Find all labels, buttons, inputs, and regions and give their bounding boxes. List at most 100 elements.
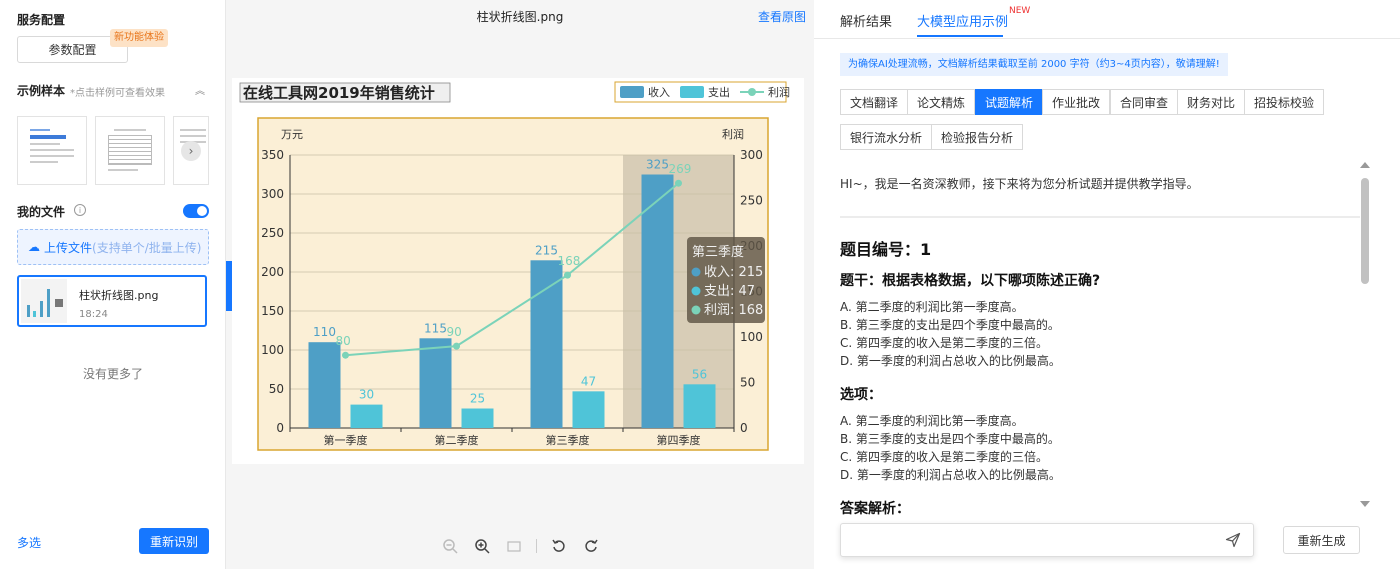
my-files-title: 我的文件 xyxy=(17,205,66,219)
bar-data-label: 110 xyxy=(313,325,336,339)
tooltip-title: 第三季度 xyxy=(692,244,744,260)
x-tick-label: 第四季度 xyxy=(657,433,701,447)
notice-banner: 为确保AI处理流畅，文档解析结果截取至前 2000 字符（约3~4页内容），敬请… xyxy=(840,53,1228,76)
line-point xyxy=(342,351,349,359)
answer-title: 答案解析： xyxy=(840,501,910,515)
send-icon[interactable] xyxy=(1225,532,1241,548)
line-point xyxy=(675,179,682,187)
rotate-left-icon[interactable] xyxy=(549,536,569,556)
zoom-out-icon[interactable] xyxy=(440,536,460,556)
bar-支出 xyxy=(461,408,494,428)
file-time: 18:24 xyxy=(79,309,108,320)
y-right-tick-label: 250 xyxy=(740,194,763,208)
line-point xyxy=(453,342,460,350)
file-item[interactable]: 柱状折线图.png 18:24 xyxy=(17,275,207,327)
sample-thumb-1[interactable] xyxy=(17,116,87,185)
collapse-up-icon[interactable]: ︽ xyxy=(195,82,205,97)
bar-data-label: 56 xyxy=(692,367,707,381)
y-right-tick-label: 100 xyxy=(740,330,763,344)
tab-parse-result[interactable]: 解析结果 xyxy=(840,11,892,30)
upload-label: 上传文件 xyxy=(44,240,93,255)
chart-image: 050100150200250300350050100150200250300万… xyxy=(232,78,804,464)
tooltip-dot xyxy=(691,286,701,296)
content-scrollbar[interactable] xyxy=(1360,160,1370,512)
y-left-tick-label: 50 xyxy=(269,382,284,396)
y-right-axis-label: 利润 xyxy=(722,127,744,141)
view-original-link[interactable]: 查看原图 xyxy=(758,8,806,25)
bar-收入 xyxy=(419,338,452,428)
stem-option: A. 第二季度的利润比第一季度高。 xyxy=(840,300,1024,314)
active-tab-underline xyxy=(917,35,1003,37)
bar-支出 xyxy=(350,404,383,428)
fn-homework-grading[interactable]: 作业批改 xyxy=(1042,89,1110,115)
option-item: A. 第二季度的利润比第一季度高。 xyxy=(840,414,1024,428)
y-left-tick-label: 200 xyxy=(261,265,284,279)
fn-bank-statement[interactable]: 银行流水分析 xyxy=(840,124,932,150)
preview-toolbar xyxy=(440,536,601,556)
info-icon[interactable]: i xyxy=(74,204,86,216)
scroll-up-icon[interactable] xyxy=(1360,162,1370,168)
scrollbar-thumb[interactable] xyxy=(1361,178,1369,284)
line-data-label: 168 xyxy=(558,254,581,268)
upload-sub-label: (支持单个/批量上传) xyxy=(92,240,202,255)
tooltip-dot xyxy=(691,267,701,277)
tooltip-row: 收入: 215 xyxy=(704,265,763,280)
fn-finance-compare[interactable]: 财务对比 xyxy=(1177,89,1245,115)
result-panel: 解析结果 大模型应用示例 NEW 为确保AI处理流畅，文档解析结果截取至前 20… xyxy=(814,0,1400,569)
fit-icon[interactable] xyxy=(504,536,524,556)
content-divider xyxy=(840,216,1360,218)
legend-label: 利润 xyxy=(768,85,790,99)
y-left-tick-label: 350 xyxy=(261,148,284,162)
y-left-tick-label: 150 xyxy=(261,304,284,318)
scroll-down-icon[interactable] xyxy=(1360,501,1370,507)
new-tag: NEW xyxy=(1009,6,1031,16)
rotate-right-icon[interactable] xyxy=(581,536,601,556)
fn-inspection-report[interactable]: 检验报告分析 xyxy=(931,124,1023,150)
option-item: D. 第一季度的利润占总收入的比例最高。 xyxy=(840,468,1061,482)
chat-input[interactable] xyxy=(840,523,1254,557)
fn-paper-refine[interactable]: 论文精炼 xyxy=(907,89,975,115)
line-data-label: 80 xyxy=(336,334,351,348)
x-tick-label: 第一季度 xyxy=(324,433,368,447)
fn-contract-review[interactable]: 合同审查 xyxy=(1110,89,1178,115)
option-item: B. 第三季度的支出是四个季度中最高的。 xyxy=(840,432,1060,446)
bar-支出 xyxy=(572,391,605,428)
y-left-tick-label: 100 xyxy=(261,343,284,357)
tooltip-dot xyxy=(691,305,701,315)
my-files-toggle[interactable] xyxy=(183,204,209,218)
options-title: 选项： xyxy=(840,387,882,403)
bar-data-label: 25 xyxy=(470,392,485,406)
y-left-tick-label: 250 xyxy=(261,226,284,240)
document-title: 柱状折线图.png xyxy=(476,10,564,24)
fn-exam-analysis[interactable]: 试题解析 xyxy=(975,89,1043,115)
bar-收入 xyxy=(308,342,341,428)
line-data-label: 269 xyxy=(669,162,692,176)
chart-title: 在线工具网2019年销售统计 xyxy=(243,84,435,102)
result-tabs: 解析结果 大模型应用示例 NEW xyxy=(814,0,1400,39)
stem-option: C. 第四季度的收入是第二季度的三倍。 xyxy=(840,336,1049,350)
tab-llm-examples[interactable]: 大模型应用示例 xyxy=(917,11,1008,30)
multi-select-link[interactable]: 多选 xyxy=(17,534,41,551)
tooltip-row: 利润: 168 xyxy=(704,303,763,318)
service-config-title: 服务配置 xyxy=(17,13,66,27)
thumb-next-icon[interactable]: › xyxy=(181,141,201,161)
line-point xyxy=(564,271,571,279)
stem-option: D. 第一季度的利润占总收入的比例最高。 xyxy=(840,354,1061,368)
regenerate-button[interactable]: 重新生成 xyxy=(1283,526,1360,554)
upload-button[interactable]: ☁ 上传文件 (支持单个/批量上传) xyxy=(17,229,209,265)
bar-data-label: 30 xyxy=(359,388,374,402)
zoom-in-icon[interactable] xyxy=(472,536,492,556)
tooltip-row: 支出: 47 xyxy=(704,284,755,299)
fn-bid-check[interactable]: 招投标校验 xyxy=(1244,89,1324,115)
question-stem: 题干：根据表格数据，以下哪项陈述正确? xyxy=(840,273,1101,289)
legend-label: 收入 xyxy=(648,85,670,99)
y-left-tick-label: 0 xyxy=(276,421,284,435)
chart-svg: 050100150200250300350050100150200250300万… xyxy=(239,81,790,451)
fn-doc-translate[interactable]: 文档翻译 xyxy=(840,89,908,115)
bar-收入 xyxy=(530,260,563,428)
greeting-text: HI~，我是一名资深教师，接下来将为您分析试题并提供教学指导。 xyxy=(840,177,1199,191)
new-feature-badge: 新功能体验 xyxy=(110,29,168,47)
sample-thumb-2[interactable] xyxy=(95,116,165,185)
recognize-button[interactable]: 重新识别 xyxy=(139,528,209,554)
y-left-axis-label: 万元 xyxy=(281,128,303,141)
